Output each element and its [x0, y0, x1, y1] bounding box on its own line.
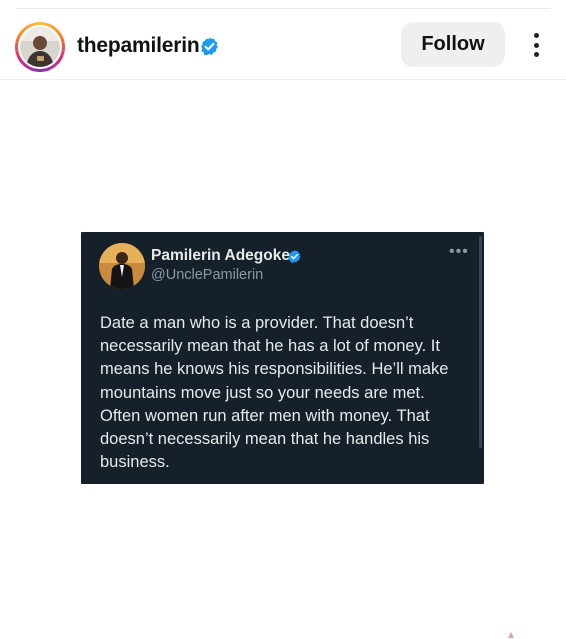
- follow-button[interactable]: Follow: [401, 22, 505, 67]
- more-horizontal-icon: •••: [449, 243, 469, 260]
- tweet-text-line: Often women run after men with money. Th…: [100, 406, 430, 425]
- tweet-verified-icon: [288, 249, 301, 263]
- username[interactable]: thepamilerin: [77, 34, 200, 58]
- tweet-text-line: necessarily mean that he has a lot of mo…: [100, 337, 440, 356]
- corner-mark: [508, 632, 514, 638]
- tweet-text-line: business.: [100, 453, 170, 472]
- tweet-scrollbar: [479, 236, 482, 448]
- top-divider: [16, 8, 550, 9]
- tweet-text-line: mountains move just so your needs are me…: [100, 383, 425, 402]
- tweet-handle: @UnclePamilerin: [151, 267, 264, 283]
- tweet-screenshot: Pamilerin Adegoke @UnclePamilerin ••• Da…: [81, 232, 484, 484]
- tweet-text-line: Date a man who is a provider. That doesn…: [100, 314, 414, 332]
- header-divider: [0, 79, 566, 80]
- avatar-photo: [20, 27, 60, 67]
- tweet-avatar: [99, 243, 145, 289]
- tweet-body: Date a man who is a provider. That doesn…: [100, 312, 475, 474]
- post-header: thepamilerin Follow: [0, 10, 566, 78]
- tweet-display-name: Pamilerin Adegoke: [151, 247, 290, 264]
- verified-badge-icon: [201, 37, 218, 56]
- profile-avatar[interactable]: [15, 22, 65, 72]
- tweet-text-line: doesn’t necessarily mean that he handles…: [100, 430, 430, 449]
- tweet-text-line: means he knows his responsibilities. He’…: [100, 360, 449, 379]
- more-vertical-icon[interactable]: [527, 30, 545, 60]
